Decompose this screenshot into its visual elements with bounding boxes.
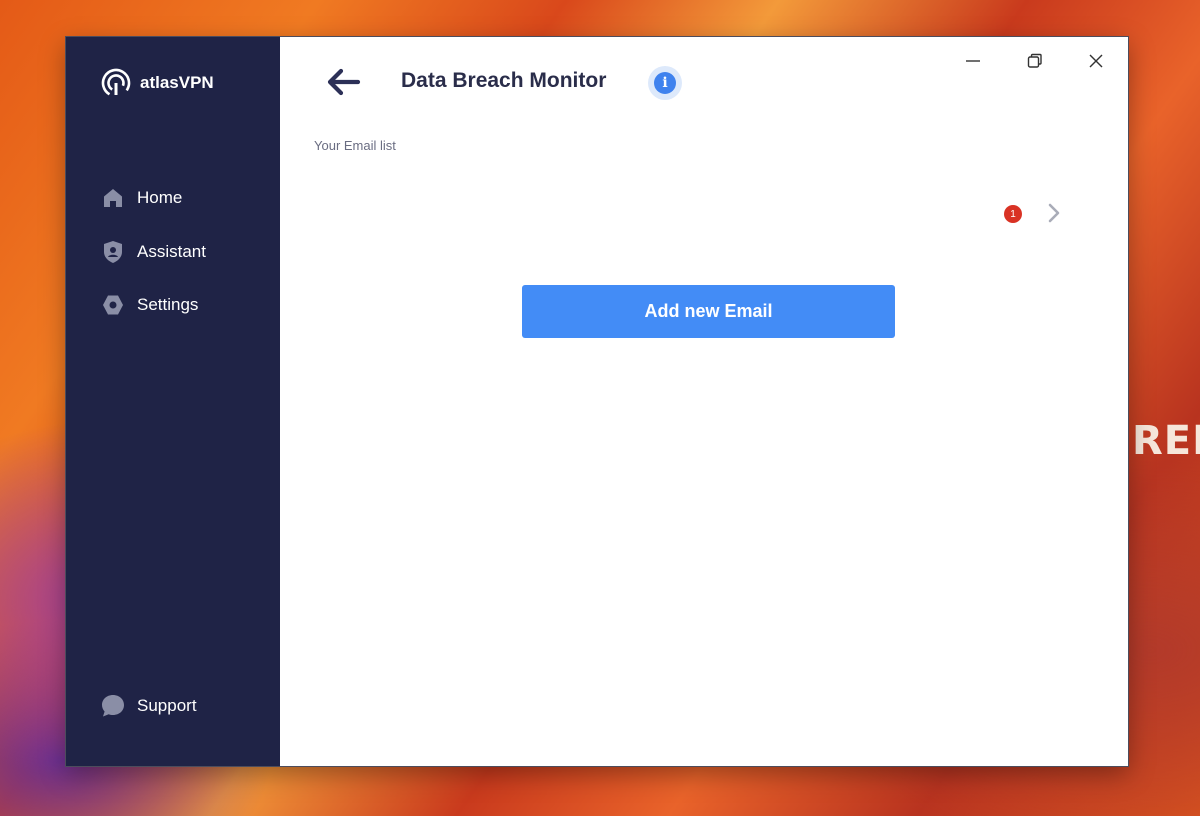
- sidebar-item-settings[interactable]: Settings: [100, 292, 198, 318]
- sidebar-item-assistant[interactable]: Assistant: [100, 239, 206, 265]
- close-button[interactable]: [1076, 49, 1116, 73]
- close-icon: [1089, 54, 1103, 68]
- info-button[interactable]: i: [648, 66, 682, 100]
- wallpaper-text: REDI: [1132, 418, 1200, 464]
- breach-count-badge: 1: [1004, 205, 1022, 223]
- sidebar-item-label: Support: [137, 696, 197, 715]
- sidebar-item-label: Settings: [137, 295, 199, 314]
- sidebar-item-label: Home: [137, 188, 183, 207]
- email-list-item[interactable]: 1: [314, 193, 1084, 233]
- minimize-button[interactable]: [953, 49, 993, 73]
- app-window: atlasVPN Home Assistant Settings Support: [66, 37, 1128, 766]
- settings-hex-icon: [100, 292, 126, 318]
- email-list-label: Your Email list: [314, 138, 396, 153]
- page-title: Data Breach Monitor: [401, 69, 607, 92]
- home-icon: [100, 185, 126, 211]
- arrow-left-icon: [327, 68, 361, 96]
- add-new-email-button[interactable]: Add new Email: [522, 285, 895, 338]
- restore-button[interactable]: [1015, 49, 1055, 73]
- sidebar-item-label: Assistant: [137, 242, 206, 261]
- sidebar: atlasVPN Home Assistant Settings Support: [66, 37, 280, 766]
- assistant-shield-icon: [100, 239, 126, 265]
- back-button[interactable]: [324, 65, 364, 99]
- sidebar-item-support[interactable]: Support: [100, 693, 197, 719]
- minimize-icon: [966, 60, 980, 62]
- info-icon: i: [654, 72, 676, 94]
- sidebar-item-home[interactable]: Home: [100, 185, 182, 211]
- brand-name: atlasVPN: [140, 73, 214, 92]
- atlas-logo-icon: [101, 68, 131, 98]
- brand: atlasVPN: [100, 67, 214, 99]
- main-panel: Data Breach Monitor i Your Email list 1 …: [280, 37, 1128, 766]
- chat-bubble-icon: [100, 693, 126, 719]
- restore-icon: [1027, 53, 1042, 68]
- chevron-right-icon: [1044, 201, 1064, 225]
